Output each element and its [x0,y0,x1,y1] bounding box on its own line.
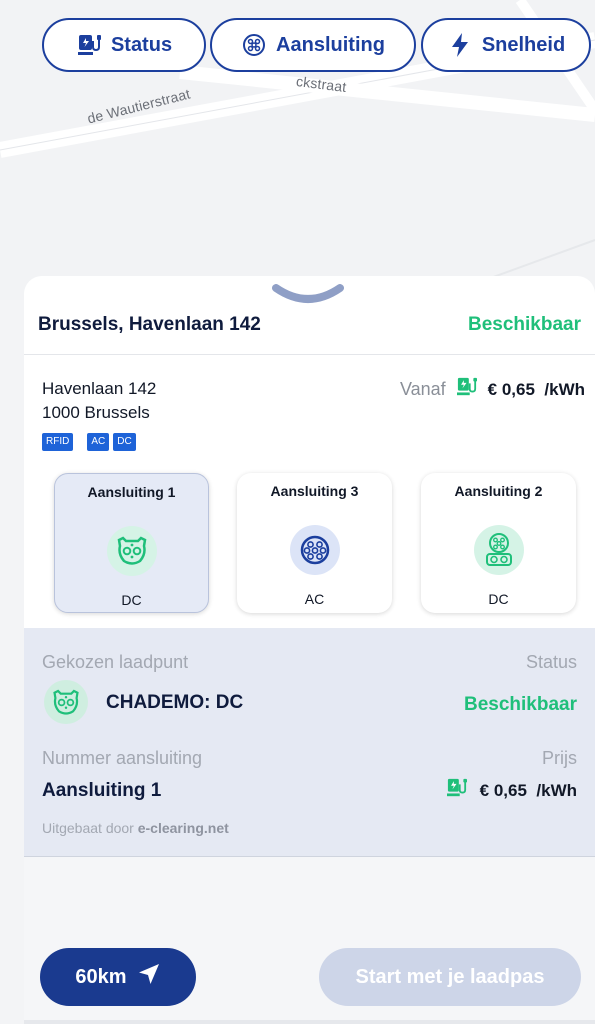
selected-connector-detail: Gekozen laadpunt Status CHADEMO: DC Besc… [24,628,595,857]
chosen-point-label: Gekozen laadpunt [42,652,189,672]
availability-status: Beschikbaar [467,314,581,335]
filter-status-button[interactable]: Status [42,18,206,72]
connector-price-value: € 0,65 /kWh [479,780,577,800]
charger-icon [76,32,102,58]
status-label: Status [525,652,577,672]
station-info: Havenlaan 142 1000 Brussels RFID AC DC V… [24,355,595,628]
address-line-1: Havenlaan 142 [42,379,157,398]
chademo-icon [44,680,88,724]
connector-card-title: Aansluiting 1 [87,484,176,500]
connector-card-title: Aansluiting 2 [454,483,543,499]
connector-card-2[interactable]: Aansluiting 2 DC [421,473,576,613]
lightning-icon [447,32,473,58]
connector-number-label: Nummer aansluiting [42,748,203,768]
connector-name: CHADEMO: DC [106,692,244,713]
connector-list: Aansluiting 1 DC Aansluiting 3 AC Aanslu… [54,473,580,615]
ccs-icon [473,525,524,575]
distance-label: 60km [75,965,127,988]
start-charging-label: Start met je laadpas [355,965,545,988]
distance-button[interactable]: 60km [40,948,196,1006]
filter-speed-label: Snelheid [481,33,566,56]
badge-rfid: RFID [42,433,74,451]
charger-icon [446,778,468,803]
connector-card-type: DC [488,591,509,607]
filter-connector-button[interactable]: Aansluiting [210,18,416,72]
operator-name[interactable]: e-clearing.net [138,820,229,836]
connector-card-type: AC [304,591,325,607]
filter-bar: Status Aansluiting Snelheid [42,18,591,76]
connector-status: Beschikbaar [463,694,577,715]
collapse-chevron-icon[interactable] [272,284,344,306]
type2-icon [289,525,340,575]
chademo-icon [106,526,157,576]
badge-ac: AC [87,433,110,451]
price-label: Prijs [542,748,577,768]
badge-dc: DC [113,433,136,451]
connector-icon [241,32,267,58]
connector-card-3[interactable]: Aansluiting 3 AC [237,473,392,613]
connector-card-1[interactable]: Aansluiting 1 DC [54,473,209,613]
filter-connector-label: Aansluiting [276,33,385,56]
connector-card-type: DC [121,592,142,608]
address-line-2: 1000 Brussels [42,403,150,422]
price-prefix: Vanaf [399,379,446,399]
bottom-divider [24,1020,595,1024]
price-value: € 0,65 /kWh [487,379,585,399]
filter-speed-button[interactable]: Snelheid [421,18,591,72]
charger-icon [456,377,478,402]
connector-price: € 0,65 /kWh [446,778,577,803]
navigate-arrow-icon [137,962,161,992]
connector-card-title: Aansluiting 3 [270,483,359,499]
operator-line: Uitgebaat door e-clearing.net [42,820,229,836]
auth-badges: RFID AC DC [42,433,136,451]
station-sheet: Brussels, Havenlaan 142 Beschikbaar Have… [24,276,595,1024]
sheet-header: Brussels, Havenlaan 142 Beschikbaar [24,276,595,355]
start-charging-button[interactable]: Start met je laadpas [319,948,581,1006]
price-summary: Vanaf € 0,65 /kWh [400,377,585,402]
connector-number: Aansluiting 1 [42,780,162,801]
station-title: Brussels, Havenlaan 142 [38,314,261,335]
filter-status-label: Status [110,33,173,56]
